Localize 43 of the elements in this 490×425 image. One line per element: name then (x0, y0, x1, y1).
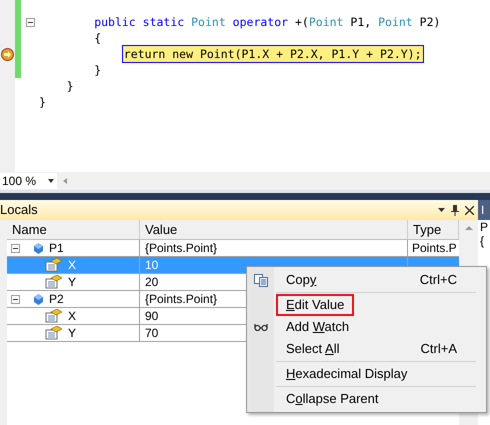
collapse-icon[interactable] (26, 18, 34, 26)
variable-name: Y (67, 274, 76, 291)
zoom-dropdown[interactable]: 100 % (0, 173, 57, 189)
type-cell: Points.P (412, 241, 457, 255)
code-line: public static Point operator +(Point P1, Point P2) (94, 14, 440, 30)
code-line: { (94, 30, 102, 46)
dropdown-icon[interactable] (438, 208, 445, 212)
variable-name: P1 (48, 240, 64, 257)
variable-name: X (67, 308, 76, 325)
value-cell: {Points.Point} (140, 240, 408, 256)
field-icon (45, 309, 62, 323)
shortcut-label: Ctrl+C (420, 271, 458, 290)
field-icon (45, 258, 62, 272)
execution-pointer-icon (1, 48, 14, 60)
variable-name: X (67, 257, 76, 274)
object-icon (34, 242, 43, 254)
field-icon (45, 275, 62, 289)
current-statement: return new Point(P1.X + P2.X, P1.Y + P2.Y); (122, 45, 424, 63)
code-line: } (66, 78, 74, 94)
dropdown-arrow-icon (48, 179, 54, 183)
field-icon (45, 326, 62, 340)
close-icon[interactable] (465, 206, 474, 214)
pin-icon[interactable] (451, 204, 459, 216)
menu-item[interactable]: Edit Value (276, 294, 354, 316)
menu-item[interactable]: Hexadecimal Display (276, 363, 418, 385)
column-header[interactable]: Value (140, 220, 408, 239)
pane-text: P (480, 220, 490, 234)
copy-icon (254, 274, 268, 286)
column-header[interactable]: Name (7, 220, 140, 239)
locals-row[interactable]: P1 {Points.Point} Points.P (7, 240, 459, 257)
collapse-icon[interactable] (11, 294, 20, 304)
pane-title: I (478, 200, 490, 220)
variable-name: P2 (48, 291, 64, 308)
collapse-icon[interactable] (11, 244, 20, 252)
variable-name: Y (67, 325, 76, 342)
code-line: } (94, 62, 102, 78)
shortcut-label: Ctrl+A (420, 340, 458, 358)
object-icon (34, 294, 43, 304)
pane-text: { (480, 234, 486, 248)
menu-item[interactable]: Collapse Parent (276, 388, 389, 410)
glasses-icon (254, 323, 268, 331)
code-line: } (39, 94, 46, 110)
panel-title: Locals (0, 201, 38, 220)
